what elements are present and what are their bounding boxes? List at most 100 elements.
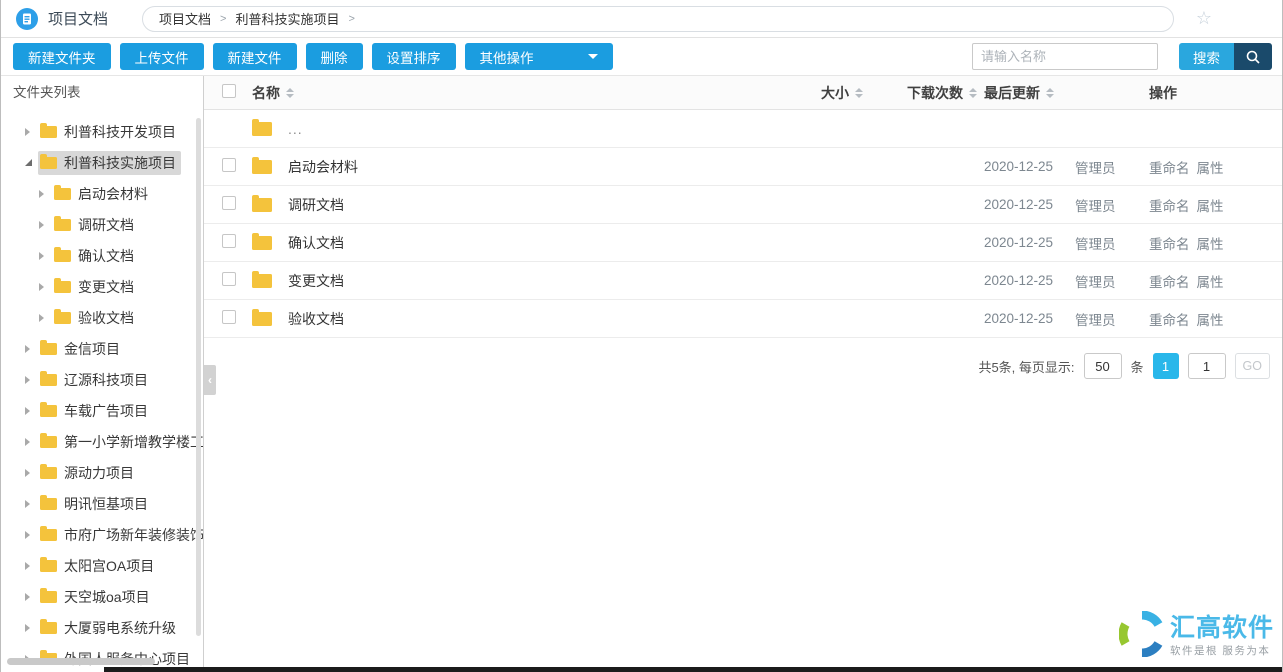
parent-folder-row[interactable]: ... [204,110,1282,148]
parent-folder-label[interactable]: ... [288,121,303,137]
tree-node[interactable]: 确认文档 [52,244,139,268]
tree-item[interactable]: 车载广告项目 [1,395,203,426]
expand-arrow-icon[interactable] [25,407,30,415]
expand-arrow-icon[interactable] [39,252,44,260]
expand-arrow-icon[interactable] [25,376,30,384]
sidebar-vertical-scrollbar[interactable] [196,118,201,636]
sidebar-collapse-handle[interactable]: ‹ [204,365,216,395]
set-sort-button[interactable]: 设置排序 [372,43,456,70]
column-header-downloads[interactable]: 下载次数 [907,83,984,103]
tree-item[interactable]: 调研文档 [1,209,203,240]
properties-link[interactable]: 属性 [1197,199,1224,214]
tree-node[interactable]: 车载广告项目 [38,399,153,423]
select-all-checkbox[interactable] [222,84,236,98]
folder-name-link[interactable]: 变更文档 [288,271,344,291]
sort-arrows-icon[interactable] [855,88,863,98]
folder-name-link[interactable]: 确认文档 [288,233,344,253]
properties-link[interactable]: 属性 [1197,237,1224,252]
tree-node[interactable]: 天空城oa项目 [38,585,155,609]
tree-node[interactable]: 验收文档 [52,306,139,330]
column-header-updated[interactable]: 最后更新 [984,83,1149,103]
tree-node[interactable]: 金信项目 [38,337,125,361]
folder-name-link[interactable]: 调研文档 [288,195,344,215]
tree-node[interactable]: 利普科技实施项目 [38,151,181,175]
new-folder-button[interactable]: 新建文件夹 [13,43,111,70]
tree-node[interactable]: 第一小学新增教学楼工程 [38,430,204,454]
expand-arrow-icon[interactable] [39,314,44,322]
sort-arrows-icon[interactable] [1046,88,1054,98]
tree-item[interactable]: 确认文档 [1,240,203,271]
expand-arrow-icon[interactable] [25,500,30,508]
collapse-arrow-icon[interactable] [25,159,32,166]
current-page-button[interactable]: 1 [1153,353,1179,379]
expand-arrow-icon[interactable] [25,345,30,353]
row-checkbox[interactable] [222,196,236,210]
folder-name-link[interactable]: 启动会材料 [288,157,358,177]
tree-node[interactable]: 辽源科技项目 [38,368,153,392]
rename-link[interactable]: 重命名 [1149,161,1190,176]
tree-item[interactable]: 第一小学新增教学楼工程 [1,426,203,457]
expand-arrow-icon[interactable] [25,562,30,570]
tree-node[interactable]: 明讯恒基项目 [38,492,153,516]
properties-link[interactable]: 属性 [1197,313,1224,328]
tree-item[interactable]: 金信项目 [1,333,203,364]
expand-arrow-icon[interactable] [25,128,30,136]
sort-arrows-icon[interactable] [969,88,977,98]
tree-node[interactable]: 变更文档 [52,275,139,299]
properties-link[interactable]: 属性 [1197,275,1224,290]
expand-arrow-icon[interactable] [39,190,44,198]
breadcrumb-item-current[interactable]: 利普科技实施项目 [235,9,339,28]
column-header-name[interactable]: 名称 [252,83,821,103]
rename-link[interactable]: 重命名 [1149,199,1190,214]
tree-item[interactable]: 大厦弱电系统升级 [1,612,203,643]
breadcrumb-item-root[interactable]: 项目文档 [159,9,211,28]
expand-arrow-icon[interactable] [39,283,44,291]
row-checkbox[interactable] [222,158,236,172]
upload-file-button[interactable]: 上传文件 [120,43,204,70]
new-file-button[interactable]: 新建文件 [213,43,297,70]
tree-item[interactable]: 验收文档 [1,302,203,333]
rename-link[interactable]: 重命名 [1149,237,1190,252]
tree-item[interactable]: 利普科技开发项目 [1,116,203,147]
tree-item[interactable]: 利普科技实施项目 [1,147,203,178]
sidebar-horizontal-scrollbar[interactable] [7,658,155,665]
tree-item[interactable]: 辽源科技项目 [1,364,203,395]
rename-link[interactable]: 重命名 [1149,275,1190,290]
favorite-star-icon[interactable]: ☆ [1196,8,1212,29]
tree-item[interactable]: 太阳宫OA项目 [1,550,203,581]
expand-arrow-icon[interactable] [39,221,44,229]
search-button[interactable]: 搜索 [1179,43,1272,70]
properties-link[interactable]: 属性 [1197,161,1224,176]
tree-item[interactable]: 天空城oa项目 [1,581,203,612]
tree-item[interactable]: 变更文档 [1,271,203,302]
go-button[interactable]: GO [1235,353,1270,379]
expand-arrow-icon[interactable] [25,438,30,446]
tree-node[interactable]: 太阳宫OA项目 [38,554,159,578]
tree-node[interactable]: 利普科技开发项目 [38,120,181,144]
row-checkbox[interactable] [222,234,236,248]
goto-page-input[interactable] [1188,353,1226,379]
page-size-input[interactable] [1084,353,1122,379]
expand-arrow-icon[interactable] [25,624,30,632]
tree-node[interactable]: 大厦弱电系统升级 [38,616,181,640]
tree-node[interactable]: 启动会材料 [52,182,153,206]
tree-node[interactable]: 源动力项目 [38,461,139,485]
delete-button[interactable]: 删除 [306,43,363,70]
search-input[interactable] [972,43,1158,70]
folder-name-link[interactable]: 验收文档 [288,309,344,329]
sort-arrows-icon[interactable] [286,88,294,98]
tree-item[interactable]: 启动会材料 [1,178,203,209]
expand-arrow-icon[interactable] [25,593,30,601]
row-checkbox[interactable] [222,272,236,286]
tree-node[interactable]: 调研文档 [52,213,139,237]
expand-arrow-icon[interactable] [25,531,30,539]
tree-item[interactable]: 明讯恒基项目 [1,488,203,519]
tree-item[interactable]: 源动力项目 [1,457,203,488]
column-header-size[interactable]: 大小 [821,83,907,103]
tree-item[interactable]: 市府广场新年装修装饰项目 [1,519,203,550]
row-checkbox[interactable] [222,310,236,324]
tree-node[interactable]: 市府广场新年装修装饰项目 [38,523,204,547]
rename-link[interactable]: 重命名 [1149,313,1190,328]
expand-arrow-icon[interactable] [25,469,30,477]
more-actions-dropdown[interactable]: 其他操作 [465,43,613,70]
